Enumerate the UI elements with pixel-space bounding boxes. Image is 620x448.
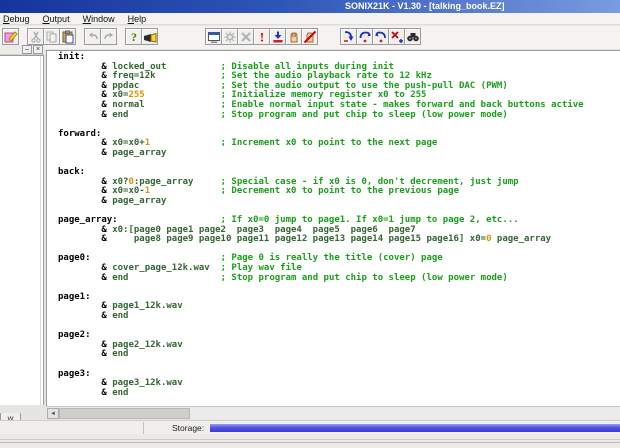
scroll-left-button[interactable]: ◄ [47,408,59,419]
code-line: & page8 page9 page10 page11 page12 page1… [58,234,552,245]
pause-button[interactable] [285,28,302,45]
toolbar-group-debug [340,28,421,45]
svg-text:!: ! [259,30,263,44]
find-in-files-icon [143,30,157,44]
find-button[interactable] [404,28,421,45]
menu-output[interactable]: Output [43,14,70,24]
erase-icon [239,30,253,44]
help-button[interactable]: ? [125,28,142,45]
toolbar-group-edit: ? [2,28,158,45]
emulator-icon [207,30,221,44]
status-panel-divider [143,422,144,434]
hand-icon [287,30,301,44]
stop-debug-icon [390,30,404,44]
code-line: & page2_12k.wav [58,339,183,350]
scroll-left-icon: ◄ [50,411,56,417]
stop-button[interactable] [301,28,318,45]
erase-button[interactable] [237,28,254,45]
menu-window[interactable]: Window [83,14,115,24]
assemble-icon [4,30,18,44]
code-line: & page_array [58,147,167,158]
undo-button[interactable] [84,28,101,45]
code-editor[interactable]: init: & locked_out ; Disable all inputs … [46,50,620,406]
minimize-icon: – [25,46,29,53]
step-into-button[interactable] [340,28,357,45]
step-over-icon [358,30,372,44]
code-line: & end [58,349,129,360]
code-line: & end [58,387,129,398]
binoculars-icon [406,30,420,44]
stop-debug-button[interactable] [388,28,405,45]
workspace-panel-list [0,56,41,405]
paste-button[interactable] [59,28,76,45]
storage-label: Storage: [172,423,205,433]
step-out-icon [374,30,388,44]
redo-button[interactable] [100,28,117,45]
window-titlebar: SONIX21K - V1.30 - [talking_book.EZ] [0,0,620,13]
menu-debug[interactable]: Debug [3,14,30,24]
copy-icon [45,30,59,44]
close-icon: × [35,46,41,53]
scrollbar-thumb[interactable] [59,408,190,419]
toolbar: ? ! [0,26,620,49]
hand-stop-icon [303,30,317,44]
settings-button[interactable] [221,28,238,45]
step-out-button[interactable] [372,28,389,45]
verify-button[interactable]: ! [253,28,270,45]
copy-button[interactable] [43,28,60,45]
code-text: init: & locked_out ; Disable all inputs … [58,52,584,398]
code-line: & end ; Stop program and put chip to sle… [58,272,508,283]
toolbar-separator [18,28,27,45]
svg-text:?: ? [131,30,137,44]
undo-icon [86,30,100,44]
redo-icon [102,30,116,44]
code-line: & end [58,311,129,322]
frame-line [0,442,620,443]
menu-bar: Debug Output Window Help [0,13,620,25]
code-line: & page_array [58,195,167,206]
assemble-button[interactable] [2,28,19,45]
code-line: & end ; Stop program and put chip to sle… [58,109,508,120]
cut-button[interactable] [27,28,44,45]
horizontal-scrollbar[interactable]: ◄ [46,406,620,419]
paste-icon [61,30,75,44]
window-bottom-frame [0,434,620,448]
toolbar-separator [116,28,125,45]
find-in-files-button[interactable] [141,28,158,45]
panel-minimize-button[interactable]: – [22,45,32,54]
step-into-icon [342,30,356,44]
window-title: SONIX21K - V1.30 - [talking_book.EZ] [345,1,505,11]
frame-line [0,439,620,440]
panel-close-button[interactable]: × [33,45,43,54]
step-over-button[interactable] [356,28,373,45]
status-bar: Storage: [0,420,620,434]
code-line: & page1_12k.wav [58,301,183,312]
gear-icon [223,30,237,44]
help-icon: ? [127,30,141,44]
download-button[interactable] [269,28,286,45]
download-icon [271,30,285,44]
exclamation-icon: ! [255,30,269,44]
cut-icon [29,30,43,44]
workspace-panel-titlebar: – × [0,45,44,55]
toolbar-separator [75,28,84,45]
menu-help[interactable]: Help [128,14,147,24]
toolbar-group-build: ! [205,28,318,45]
storage-progress-bar [210,424,620,432]
code-line: & page3_12k.wav [58,378,183,389]
emulator-button[interactable] [205,28,222,45]
workspace-panel[interactable] [0,55,44,405]
